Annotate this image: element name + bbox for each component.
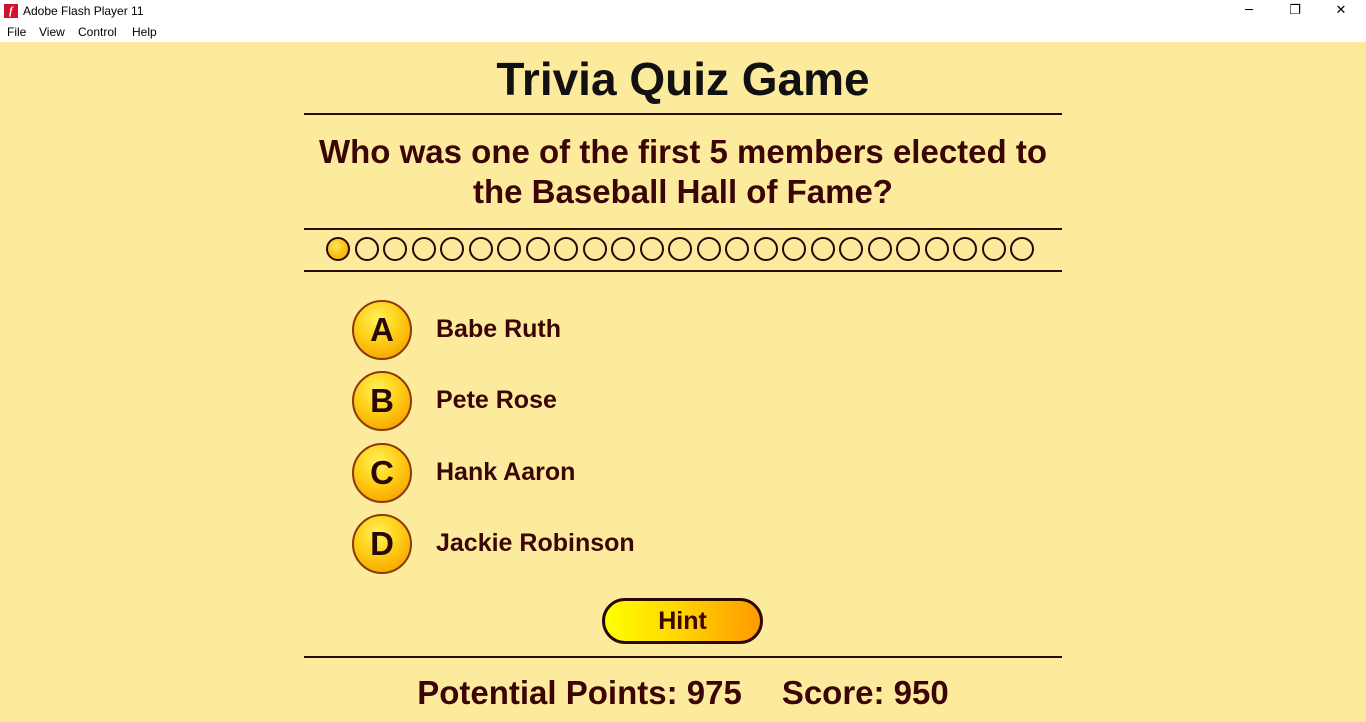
progress-dot <box>668 237 692 261</box>
flash-stage: Trivia Quiz Game Who was one of the firs… <box>0 42 1366 722</box>
close-button[interactable]: ✕ <box>1318 0 1364 22</box>
progress-dot <box>383 237 407 261</box>
progress-dot <box>867 237 892 261</box>
answer-d-button[interactable]: D <box>352 514 412 574</box>
progress-dot <box>582 237 607 261</box>
answer-b-button[interactable]: B <box>352 371 412 431</box>
progress-dot <box>611 237 635 261</box>
progress-dot <box>468 237 493 261</box>
restore-button[interactable]: ❐ <box>1272 0 1318 22</box>
answer-a-button[interactable]: A <box>352 300 412 360</box>
menu-help[interactable]: Help <box>132 25 157 39</box>
progress-dot <box>782 237 806 261</box>
score: Score: 950 <box>781 674 949 711</box>
hint-button[interactable]: Hint <box>602 598 763 644</box>
progress-dot <box>554 237 578 261</box>
divider <box>304 270 1062 272</box>
menu-bar: File View Control Help <box>0 22 1366 42</box>
progress-dot <box>354 237 379 261</box>
menu-file[interactable]: File <box>7 25 26 39</box>
progress-dot <box>497 237 521 261</box>
divider <box>304 113 1062 115</box>
progress-dot <box>753 237 778 261</box>
progress-dot <box>326 237 350 261</box>
minimize-button[interactable]: ─ <box>1226 0 1272 22</box>
answer-a-text[interactable]: Babe Ruth <box>436 315 561 344</box>
progress-dot <box>1010 237 1034 261</box>
answer-c-text[interactable]: Hank Aaron <box>436 458 575 487</box>
progress-dot <box>810 237 835 261</box>
progress-dot <box>725 237 749 261</box>
menu-view[interactable]: View <box>39 25 65 39</box>
window-title-bar: f Adobe Flash Player 11 ─ ❐ ✕ <box>0 0 1366 22</box>
progress-dot <box>525 237 550 261</box>
progress-dot <box>981 237 1006 261</box>
question-text: Who was one of the first 5 members elect… <box>319 133 1047 210</box>
flash-player-icon: f <box>4 4 18 18</box>
answer-b-text[interactable]: Pete Rose <box>436 386 557 415</box>
progress-dot <box>639 237 664 261</box>
divider <box>304 656 1062 658</box>
game-title: Trivia Quiz Game <box>496 53 870 105</box>
potential-points: Potential Points: 975 <box>417 674 742 711</box>
progress-dot <box>411 237 436 261</box>
menu-control[interactable]: Control <box>78 25 117 39</box>
progress-dot <box>953 237 977 261</box>
window-title: Adobe Flash Player 11 <box>23 4 144 18</box>
answer-c-button[interactable]: C <box>352 443 412 503</box>
answer-d-text[interactable]: Jackie Robinson <box>436 529 635 558</box>
progress-dot <box>696 237 721 261</box>
score-bar: Potential Points: 975 Score: 950 <box>304 674 1062 712</box>
progress-dot <box>924 237 949 261</box>
progress-dot <box>839 237 863 261</box>
progress-dot <box>440 237 464 261</box>
progress-dot <box>896 237 920 261</box>
divider <box>304 228 1062 230</box>
